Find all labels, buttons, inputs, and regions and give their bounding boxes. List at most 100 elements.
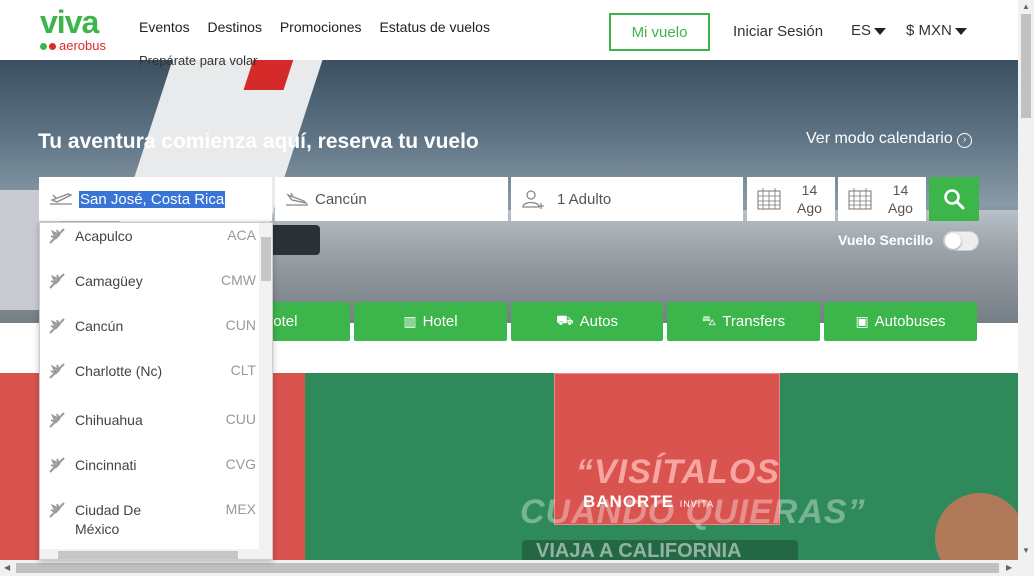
destination-value: Cancún [315,190,367,208]
add-user-icon [519,188,547,210]
airport-code: MEX [225,501,256,517]
tab-hotel-label: Hotel [422,313,458,330]
tab-autos-label: Autos [579,313,618,330]
language-selector[interactable]: ES [851,22,887,39]
tab-hotel[interactable]: ▥ Hotel [354,302,507,341]
list-item[interactable]: Charlotte (Nc) CLT [40,358,260,402]
chevron-down-icon [874,27,887,35]
car-side-icon: ⛍ [701,312,717,328]
page: viva aerobus Eventos Destinos Promocione… [0,0,1034,576]
return-date-field[interactable]: 14 Ago [838,177,926,221]
depart-month: Ago [797,200,822,216]
scroll-left-arrow-icon[interactable]: ◀ [4,563,10,572]
one-way-label: Vuelo Sencillo [838,232,934,248]
calendar-mode-label: Ver modo calendario [806,130,953,147]
search-icon [944,189,965,210]
search-button[interactable] [929,177,979,221]
list-item[interactable]: Chihuahua CUU [40,407,260,451]
dropdown-scrollbar[interactable] [259,223,272,559]
scroll-down-arrow-icon[interactable]: ▼ [1022,546,1030,555]
dropdown-horizontal-scrollbar[interactable] [40,549,260,559]
list-item[interactable]: Cincinnati CVG [40,452,260,496]
nav-destinos[interactable]: Destinos [207,19,261,35]
return-date: 14 Ago [888,181,913,217]
list-item[interactable]: Ciudad De México MEX [40,497,260,541]
tab-transfers[interactable]: ⛍ Transfers [667,302,820,341]
plane-icon [49,228,65,244]
list-item[interactable]: Camagüey CMW [40,268,260,312]
airport-name: Cincinnati [75,457,137,473]
page-hscroll-thumb[interactable] [16,563,999,573]
return-day: 14 [892,182,909,198]
airport-name: Charlotte (Nc) [75,363,163,379]
airport-code: CMW [221,272,256,288]
list-item[interactable]: Cancún CUN [40,313,260,357]
building-icon: ▥ [403,313,417,329]
logo-red-dot [49,43,56,50]
mi-vuelo-button[interactable]: Mi vuelo [609,13,710,51]
language-label: ES [851,22,872,39]
airport-code: CLT [230,362,256,378]
login-link[interactable]: Iniciar Sesión [733,23,823,40]
origin-value: San José, Costa Rica [79,190,226,208]
chevron-right-circle-icon: › [957,133,973,148]
depart-day: 14 [801,182,818,198]
nav-promociones[interactable]: Promociones [280,19,362,35]
dropdown-hscroll-thumb[interactable] [58,551,238,559]
airport-code: ACA [227,227,256,243]
page-vscroll-thumb[interactable] [1021,14,1031,118]
one-way-toggle[interactable] [943,231,979,251]
plane-icon [49,502,65,518]
origin-field[interactable]: San José, Costa Rica [39,177,272,221]
logo-aerobus-text: aerobus [59,38,106,53]
currency-label: $ MXN [906,22,952,39]
plane-icon [49,273,65,289]
airport-name: Camagüey [75,273,143,289]
destination-field[interactable]: Cancún [275,177,508,221]
return-month: Ago [888,200,913,216]
page-vertical-scrollbar[interactable]: ▲ ▼ [1018,0,1034,576]
tab-autos[interactable]: ⛟ Autos [511,302,663,341]
nav-preparate[interactable]: Prepárate para volar [139,53,258,68]
plane-icon [49,457,65,473]
airport-code: CUN [225,317,256,333]
plane-takeoff-icon [47,190,75,208]
calendar-mode-link[interactable]: Ver modo calendario › [806,130,973,148]
airport-name: Cancún [75,318,124,334]
vivaaerobus-logo[interactable]: viva aerobus [40,6,130,54]
promo-headline-2: CUANDO QUIERAS” [520,493,866,531]
promo-headline-3: VIAJA A CALIFORNIA [522,540,798,560]
passengers-field[interactable]: 1 Adulto [511,177,743,221]
plane-icon [49,412,65,428]
list-item[interactable]: Acapulco ACA [40,223,260,267]
tab-autobuses[interactable]: ▣ Autobuses [824,302,977,341]
toggle-knob [945,233,961,249]
passengers-value: 1 Adulto [557,190,612,208]
airport-name: Ciudad De México [75,502,142,537]
calendar-icon [755,187,783,211]
airport-code: CUU [225,411,256,427]
tab-transfers-label: Transfers [722,313,786,330]
tab-autobuses-label: Autobuses [874,313,946,330]
plane-landing-icon [283,190,311,208]
nav-eventos[interactable]: Eventos [139,19,190,35]
hero-title: Tu aventura comienza aquí, reserva tu vu… [38,130,479,153]
logo-aerobus: aerobus [40,38,106,53]
main-nav: Eventos Destinos Promociones Estatus de … [139,19,504,35]
page-horizontal-scrollbar[interactable]: ◀ ▶ [0,560,1018,576]
logo-green-dot [40,43,47,50]
promo-headline-1: “VISÍTALOS [576,453,780,491]
site-header: viva aerobus Eventos Destinos Promocione… [0,0,1018,60]
scroll-up-arrow-icon[interactable]: ▲ [1022,2,1030,11]
depart-date: 14 Ago [797,181,822,217]
airport-code: CVG [225,456,256,472]
chevron-down-icon [954,27,967,35]
plane-icon [49,363,65,379]
scroll-right-arrow-icon[interactable]: ▶ [1006,563,1012,572]
depart-date-field[interactable]: 14 Ago [747,177,835,221]
origin-dropdown[interactable]: Acapulco ACA Camagüey CMW Cancún CUN Cha… [39,222,273,560]
nav-estatus-vuelos[interactable]: Estatus de vuelos [379,19,490,35]
currency-selector[interactable]: $ MXN [906,22,967,39]
bus-icon: ▣ [855,313,869,329]
dropdown-scroll-thumb[interactable] [261,237,271,281]
